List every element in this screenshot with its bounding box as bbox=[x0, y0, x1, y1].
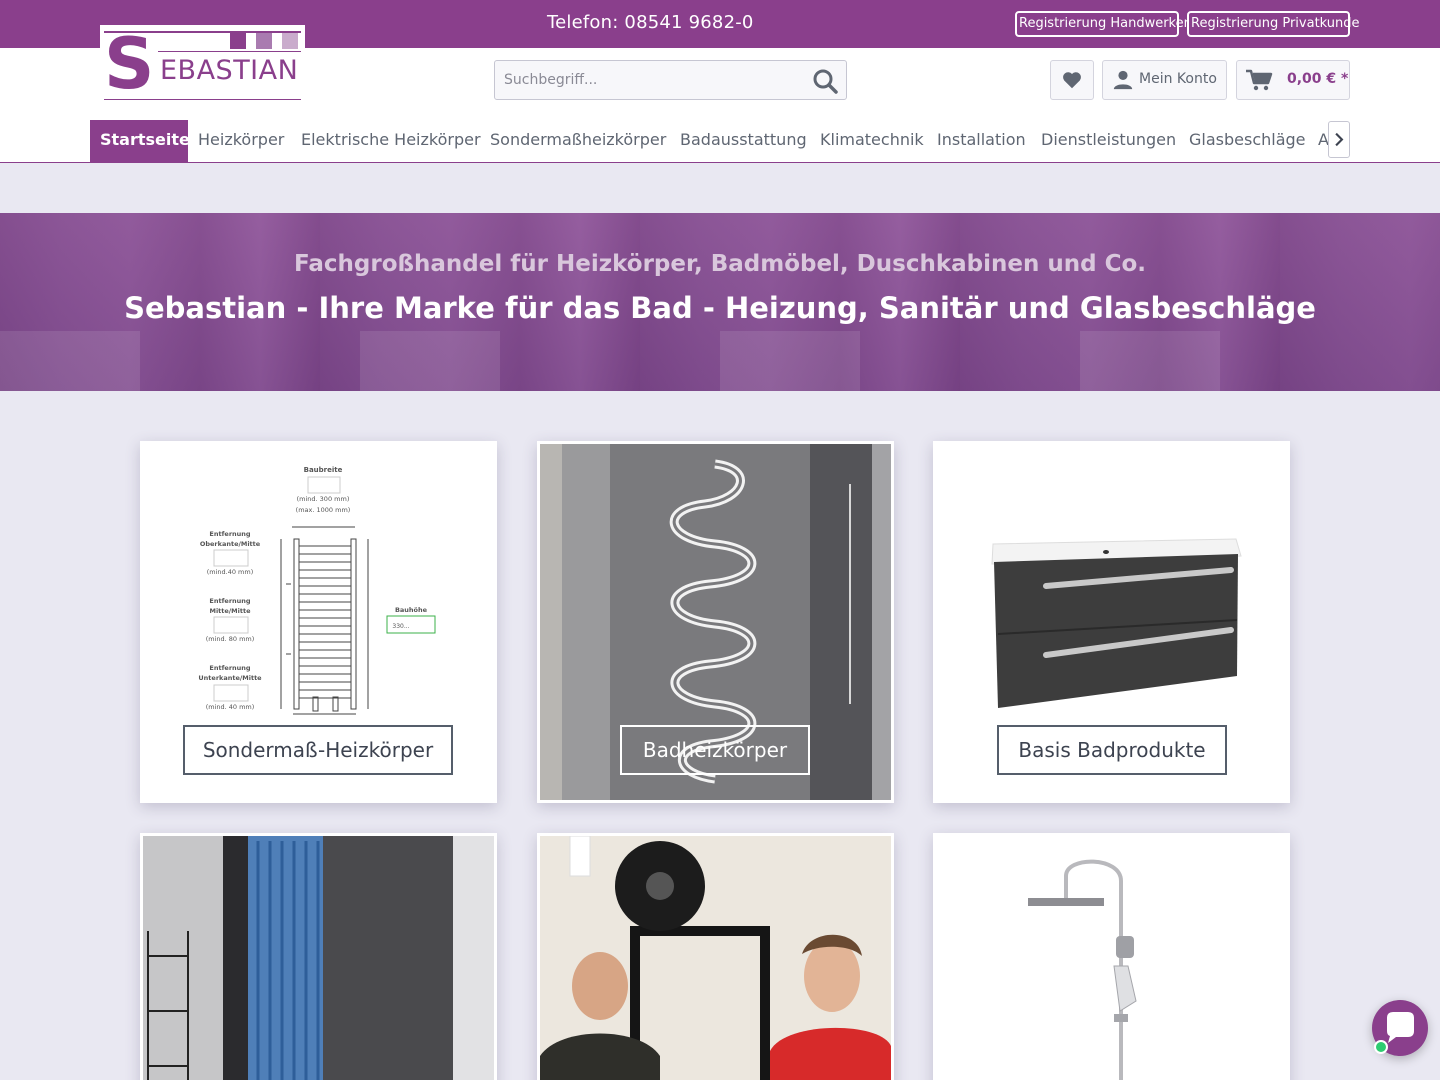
diagram-bottom-label-2: Unterkante/Mitte bbox=[198, 674, 262, 682]
cart-total: 0,00 € * bbox=[1287, 71, 1349, 87]
account-label: Mein Konto bbox=[1139, 71, 1217, 87]
phone-number[interactable]: Telefon: 08541 9682-0 bbox=[547, 12, 754, 33]
nav-item-klimatechnik[interactable]: Klimatechnik bbox=[810, 120, 934, 162]
category-tile-badheizkoerper[interactable]: Badheizkörper bbox=[537, 441, 894, 803]
search-input[interactable] bbox=[495, 61, 795, 99]
nav-item-glasbeschlaege[interactable]: Glasbeschläge bbox=[1179, 120, 1316, 162]
diagram-mid-label-1: Entfernung bbox=[209, 597, 250, 605]
diagram-mid-min: (mind. 80 mm) bbox=[206, 635, 255, 643]
hero-background bbox=[0, 331, 1440, 391]
online-status-dot bbox=[1374, 1040, 1388, 1054]
account-button[interactable]: Mein Konto bbox=[1102, 60, 1227, 100]
diagram-top-label-1: Entfernung bbox=[209, 530, 250, 538]
logo-square-1 bbox=[230, 33, 246, 49]
diagram-top-label-2: Oberkante/Mitte bbox=[200, 540, 261, 548]
diagram-bottom-label-1: Entfernung bbox=[209, 664, 250, 672]
logo-text: EBASTIAN bbox=[160, 55, 299, 86]
chevron-right-icon bbox=[1335, 132, 1344, 147]
logo-line-mid bbox=[158, 51, 301, 52]
logo-line-bottom bbox=[104, 99, 301, 100]
tile-caption-sondermass[interactable]: Sondermaß-Heizkörper bbox=[183, 725, 453, 775]
nav-item-sondermassheizkoerper[interactable]: Sondermaßheizkörper bbox=[480, 120, 676, 162]
diagram-width-min: (mind. 300 mm) bbox=[297, 495, 350, 503]
diagram-height-label: Bauhöhe bbox=[395, 606, 428, 614]
hero-title: Sebastian - Ihre Marke für das Bad - Hei… bbox=[124, 291, 1316, 325]
hero-subtitle: Fachgroßhandel für Heizkörper, Badmöbel,… bbox=[294, 251, 1146, 277]
header: S EBASTIAN Mein Konto 0,00 bbox=[0, 25, 1440, 163]
tile-caption-basis-badprodukte[interactable]: Basis Badprodukte bbox=[997, 725, 1227, 775]
nav-item-heizkoerper[interactable]: Heizkörper bbox=[188, 120, 294, 162]
nav-item-installation[interactable]: Installation bbox=[927, 120, 1036, 162]
nav-scroll-right-button[interactable] bbox=[1328, 121, 1350, 158]
logo-square-2 bbox=[256, 33, 272, 49]
register-private-button[interactable]: Registrierung Privatkunde bbox=[1187, 11, 1360, 37]
category-tile-sondermass[interactable]: Baubreite (mind. 300 mm) (max. 1000 mm) … bbox=[140, 441, 497, 803]
diagram-mid-label-2: Mitte/Mitte bbox=[209, 607, 251, 615]
category-tile-shower[interactable] bbox=[933, 833, 1290, 1080]
cart-icon bbox=[1246, 69, 1273, 91]
tile-caption-badheizkoerper[interactable]: Badheizkörper bbox=[620, 725, 810, 775]
search-icon[interactable] bbox=[812, 68, 838, 94]
logo-initial: S bbox=[104, 23, 155, 105]
category-tile-basis-badprodukte[interactable]: Basis Badprodukte bbox=[933, 441, 1290, 803]
diagram-top-min: (mind.40 mm) bbox=[207, 568, 254, 576]
user-icon bbox=[1113, 70, 1133, 90]
nav-item-truncated[interactable]: A bbox=[1308, 120, 1328, 162]
logo[interactable]: S EBASTIAN bbox=[100, 25, 305, 103]
category-tile-3d-printing[interactable] bbox=[537, 833, 894, 1080]
diagram-width-label: Baubreite bbox=[304, 466, 343, 474]
search-box bbox=[494, 60, 847, 100]
heart-icon bbox=[1063, 72, 1081, 89]
blue-radiator-photo bbox=[143, 836, 494, 1080]
category-tile-design-radiator[interactable] bbox=[140, 833, 497, 1080]
diagram-height-value: 330... bbox=[392, 623, 409, 630]
hero-banner: Fachgroßhandel für Heizkörper, Badmöbel,… bbox=[0, 213, 1440, 391]
wishlist-button[interactable] bbox=[1050, 60, 1094, 100]
nav-item-startseite[interactable]: Startseite bbox=[90, 120, 190, 162]
logo-square-3 bbox=[282, 33, 298, 49]
cart-button[interactable]: 0,00 € * bbox=[1236, 60, 1350, 100]
chat-widget-button[interactable] bbox=[1372, 1000, 1428, 1056]
team-printer-photo bbox=[540, 836, 891, 1080]
nav-item-elektrische-heizkoerper[interactable]: Elektrische Heizkörper bbox=[291, 120, 491, 162]
diagram-bottom-min: (mind. 40 mm) bbox=[206, 703, 255, 711]
register-craftsman-button[interactable]: Registrierung Handwerker bbox=[1015, 11, 1189, 37]
nav-item-dienstleistungen[interactable]: Dienstleistungen bbox=[1031, 120, 1186, 162]
nav-item-badausstattung[interactable]: Badausstattung bbox=[670, 120, 817, 162]
diagram-width-max: (max. 1000 mm) bbox=[296, 506, 351, 514]
shower-system-photo bbox=[936, 836, 1287, 1080]
